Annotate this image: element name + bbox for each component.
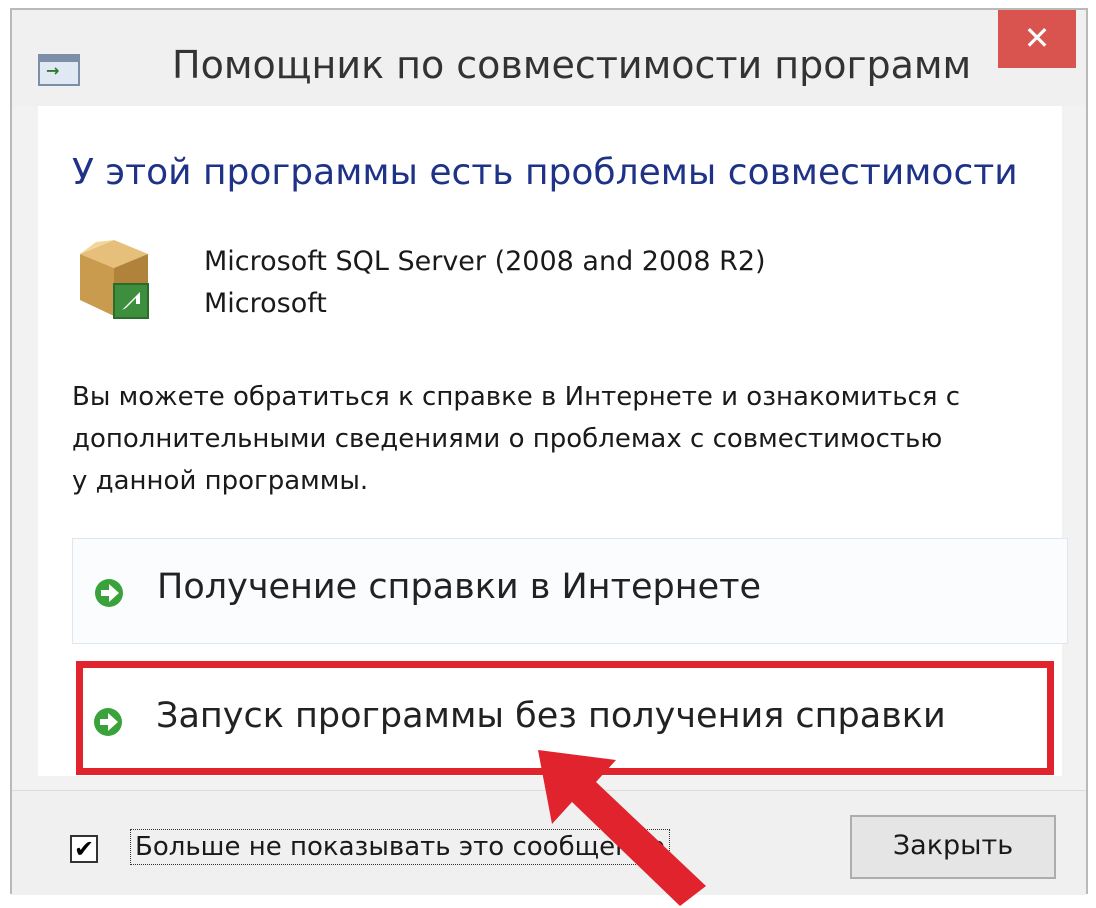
description-text: Вы можете обратиться к справке в Интерне… (72, 376, 1052, 502)
title-bar[interactable]: → Помощник по совместимости программ ✕ (12, 10, 1086, 106)
green-arrow-icon (95, 579, 123, 607)
red-pointer-arrow-icon (538, 750, 706, 906)
description-line: у данной программы. (72, 466, 369, 496)
app-publisher: Microsoft (204, 288, 327, 319)
app-name: Microsoft SQL Server (2008 and 2008 R2) (204, 246, 766, 277)
software-package-icon (80, 240, 149, 319)
option-label: Получение справки в Интернете (157, 567, 762, 607)
description-line: дополнительными сведениями о проблемах с… (72, 424, 943, 454)
window-title: Помощник по совместимости программ (172, 43, 972, 87)
option-get-help-online[interactable]: Получение справки в Интернете (72, 538, 1068, 644)
description-line: Вы можете обратиться к справке в Интерне… (72, 382, 961, 412)
close-button[interactable]: Закрыть (850, 815, 1056, 879)
main-heading: У этой программы есть проблемы совместим… (72, 152, 1018, 193)
close-window-button[interactable]: ✕ (998, 10, 1076, 68)
compatibility-assistant-icon: → (38, 54, 80, 86)
dont-show-again-checkbox[interactable]: ✔ (70, 835, 98, 863)
